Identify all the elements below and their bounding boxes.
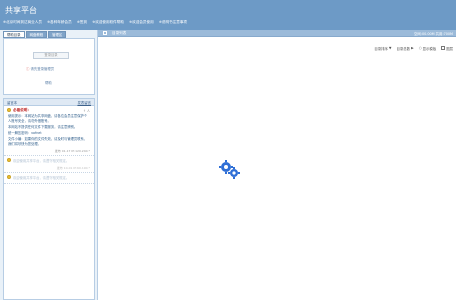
message-panel-header: 留言本 发表留言 — [4, 99, 94, 106]
message-item: 欢迎使用共享平台，请遵守相关规定。 发布 10-01 IP:60.190.* — [4, 156, 94, 173]
template-icon: ○ — [418, 46, 422, 50]
help-link[interactable]: 帮助 — [45, 80, 52, 85]
sort-tool[interactable]: 目录排序 ▼ — [374, 46, 391, 51]
message-author: 必看说明： — [13, 108, 31, 112]
message-text: 本网站不提供任何文件下载服务，请注意辨别。 — [8, 125, 78, 129]
tab-netdisk-tutorial[interactable]: 网盘教程 — [25, 31, 48, 38]
message-meta: 发布 10-01 IP:60.190.* — [56, 166, 90, 170]
app-header: 共享平台 ※北京时间到达商业人员 ※各种年龄会员 ※签到 ※欢迎使用软件帮助 ※… — [0, 0, 456, 30]
main-title: 目录列表 — [112, 31, 127, 35]
checkbox-icon[interactable] — [441, 46, 446, 50]
message-text: 使用提示：本网站为共享网盘，请各位会员注意保护个人账号安全，请勿外借账号。 — [8, 114, 88, 123]
count-icon: ▶ — [411, 46, 414, 50]
nav-item[interactable]: ※说明书注意事项 — [159, 20, 187, 24]
warning-icon: ⓘ — [26, 67, 30, 71]
nav-item[interactable]: ※签到 — [77, 20, 87, 24]
message-body: 使用提示：本网站为共享网盘，请各位会员注意保护个人账号安全，请勿外借账号。 本网… — [8, 114, 90, 147]
message-text: 欢迎使用共享平台，请遵守相关规定。 — [13, 159, 70, 163]
tab-help-directory[interactable]: 帮助目录 — [3, 31, 25, 38]
message-actions[interactable]: ↑ 人 — [83, 108, 90, 113]
nav-item[interactable]: ※欢迎使用软件帮助 — [92, 20, 124, 24]
layer-tool[interactable]: 图层 — [441, 46, 453, 51]
main-header: 目录列表 空间:00.00M 共用:700M — [98, 30, 456, 37]
main-toolbar: 目录排序 ▼ 目录总数 ▶ ○ 显示模板 图层 — [374, 45, 453, 51]
home-icon[interactable] — [103, 31, 107, 35]
post-message-link[interactable]: 发表留言 — [77, 100, 91, 105]
gears-icon — [219, 160, 240, 179]
message-body: 欢迎使用共享平台，请遵守相关规定。 — [8, 159, 90, 164]
main-panel: 目录列表 空间:00.00M 共用:700M 目录排序 ▼ 目录总数 ▶ ○ 显… — [97, 30, 456, 300]
tool-label: 目录总数 — [396, 46, 411, 51]
space-info: 空间:00.00M 共用:700M — [414, 32, 453, 36]
message-body: 欢迎使用共享平台，请遵守相关规定。 — [8, 176, 90, 181]
smile-icon — [7, 158, 11, 162]
nav-item[interactable]: ※欢迎会员使用 — [129, 20, 154, 24]
tab-admin[interactable]: 管理区 — [48, 31, 67, 38]
count-tool[interactable]: 目录总数 ▶ — [397, 46, 414, 51]
message-panel: 留言本 发表留言 必看说明： ↑ 人 使用提示：本网站为共享网盘，请各位会员注意… — [3, 98, 95, 300]
nav-bar: ※北京时间到达商业人员 ※各种年龄会员 ※签到 ※欢迎使用软件帮助 ※欢迎会员使… — [3, 20, 453, 26]
smile-icon — [7, 175, 11, 179]
template-tool[interactable]: ○ 显示模板 — [419, 46, 437, 51]
login-button[interactable]: 登录目录 — [33, 52, 69, 59]
login-hint: ⓘ 请先登录管理员 — [26, 66, 54, 71]
app-title: 共享平台 — [5, 6, 37, 15]
login-hint-text: 请先登录管理员 — [30, 67, 55, 71]
message-text: 欢迎使用共享平台，请遵守相关规定。 — [13, 176, 70, 180]
sidebar-tabs: 帮助目录 网盘教程 管理区 — [3, 31, 67, 38]
login-panel: 登录目录 ⓘ 请先登录管理员 帮助 — [3, 38, 95, 95]
message-item: 必看说明： ↑ 人 使用提示：本网站为共享网盘，请各位会员注意保护个人账号安全，… — [4, 106, 94, 156]
sort-icon: ▼ — [388, 46, 392, 50]
tool-label: 图层 — [446, 46, 453, 51]
message-panel-title: 留言本 — [7, 101, 18, 105]
nav-item[interactable]: ※北京时间到达商业人员 — [3, 20, 42, 24]
tool-label: 目录排序 — [374, 46, 388, 51]
message-text: 文件小编：如果你的文件失效，请及时与管理员联系，我们将尽快为您处理。 — [8, 137, 88, 146]
smile-icon — [7, 108, 11, 112]
message-item: 欢迎使用共享平台，请遵守相关规定。 — [4, 173, 94, 184]
message-text: 统一解压密码：vofnet — [8, 131, 42, 135]
tool-label: 显示模板 — [422, 46, 437, 51]
message-meta: 发布 01-17 IP:120.240.* — [54, 149, 90, 153]
nav-item[interactable]: ※各种年龄会员 — [47, 20, 72, 24]
